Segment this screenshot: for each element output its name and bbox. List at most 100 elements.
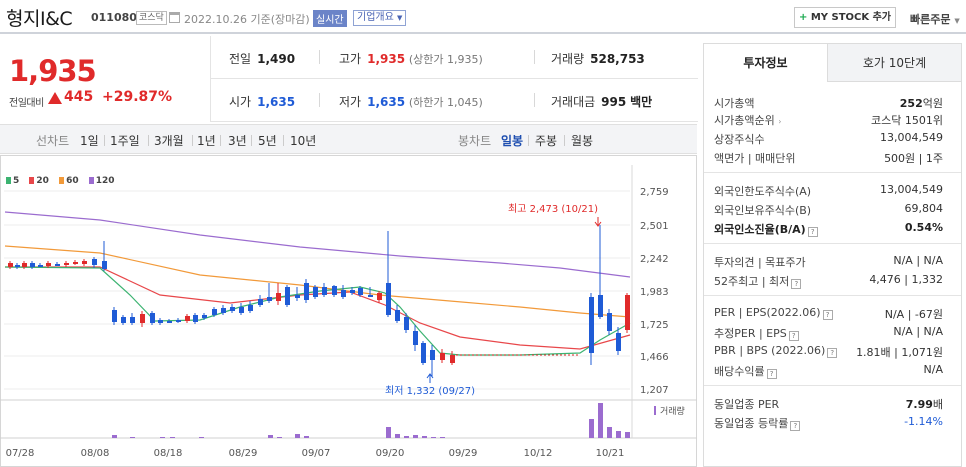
company-overview-dropdown[interactable]: 기업개요 ▼ xyxy=(353,10,407,26)
candle-body xyxy=(598,295,603,317)
high-annotation: 최고 2,473 (10/21) xyxy=(508,203,598,215)
volume-bar xyxy=(199,437,204,438)
candle-body xyxy=(92,259,97,265)
candle-body xyxy=(332,286,337,295)
prev-day-label: 전일대비 xyxy=(9,98,44,109)
x-tick-label: 10/12 xyxy=(524,448,553,459)
candle-body xyxy=(150,313,155,323)
y-tick-label: 1,466 xyxy=(640,352,669,363)
candle-body xyxy=(368,295,373,297)
candle-body xyxy=(377,293,382,300)
prev-close-cell: 전일 1,490 xyxy=(229,52,296,66)
par-value-row: 액면가 | 매매단위 500원 | 1주 xyxy=(714,152,943,165)
add-mystock-button[interactable]: + MY STOCK 추가 xyxy=(794,7,896,28)
calendar-icon xyxy=(169,12,180,23)
help-icon[interactable]: ? xyxy=(807,227,818,237)
quote-summary-grid: 전일 1,490 고가 1,935 (상한가 1,935) 거래량 528,753 시… xyxy=(210,36,698,122)
candle-body xyxy=(121,317,126,323)
candle-body xyxy=(313,287,318,297)
candle-body xyxy=(239,307,244,313)
candle-body xyxy=(140,314,145,323)
help-icon[interactable]: ? xyxy=(827,348,838,358)
open-price-cell: 시가 1,635 xyxy=(229,95,296,109)
candle-body xyxy=(607,313,612,331)
per-row: PER | EPS(2022.06)? N/A | -67원 xyxy=(714,306,943,321)
candle-body xyxy=(8,263,13,267)
volume-bar xyxy=(277,437,282,438)
y-tick-label: 2,759 xyxy=(640,187,669,198)
candle-body xyxy=(230,307,235,311)
candle-body xyxy=(421,343,426,363)
market-badge: 코스닥 xyxy=(136,11,167,25)
candle-body xyxy=(38,265,43,267)
volume-label: 거래량 xyxy=(660,405,685,417)
volume-bar xyxy=(386,427,391,438)
plus-icon: + xyxy=(798,12,808,23)
candle-body xyxy=(22,263,27,267)
period-1y[interactable]: 1년 xyxy=(197,132,216,149)
quick-order-dropdown[interactable]: 빠른주문 ▼ xyxy=(910,11,960,27)
candle-body xyxy=(193,315,198,322)
candle-monthly[interactable]: 월봉 xyxy=(571,132,593,149)
help-icon[interactable]: ? xyxy=(788,331,799,341)
stock-header: 형지I&C 011080 코스닥 2022.10.26 기준(장마감) 실시간 … xyxy=(0,0,966,34)
volume-bar xyxy=(112,435,117,438)
ma60-line xyxy=(4,245,631,318)
tab-hoga-10[interactable]: 호가 10단계 xyxy=(828,44,961,82)
period-3y[interactable]: 3년 xyxy=(228,132,247,149)
candle-body xyxy=(386,283,391,315)
volume-legend-swatch xyxy=(654,406,656,415)
help-icon[interactable]: ? xyxy=(791,279,802,289)
candle-body xyxy=(341,290,346,297)
high-price-cell: 고가 1,935 (상한가 1,935) xyxy=(339,52,483,66)
help-icon[interactable]: ? xyxy=(790,421,801,431)
candle-body xyxy=(55,264,60,266)
candle-chart-label: 봉차트 xyxy=(458,134,492,148)
volume-bar xyxy=(404,436,409,438)
candle-body xyxy=(322,287,327,295)
dividend-row: 배당수익률? N/A xyxy=(714,363,943,379)
price-change: 445 xyxy=(64,89,94,105)
candle-body xyxy=(404,317,409,330)
y-tick-label: 1,725 xyxy=(640,320,669,331)
candle-body xyxy=(30,263,35,267)
quick-order-label: 빠른주문 xyxy=(910,13,951,26)
period-10y[interactable]: 10년 xyxy=(290,132,316,149)
period-5y[interactable]: 5년 xyxy=(258,132,277,149)
x-tick-label: 09/07 xyxy=(302,448,331,459)
period-3m[interactable]: 3개월 xyxy=(154,132,184,149)
candle-body xyxy=(450,355,455,363)
help-icon[interactable]: ? xyxy=(766,369,777,379)
shares-row: 상장주식수 13,004,549 xyxy=(714,131,943,146)
candle-body xyxy=(616,333,621,351)
company-overview-label: 기업개요 xyxy=(357,12,394,23)
candle-daily[interactable]: 일봉 xyxy=(501,132,523,149)
tab-investment-info[interactable]: 투자정보 xyxy=(704,44,828,82)
realtime-button[interactable]: 실시간 xyxy=(313,10,347,27)
volume-bar xyxy=(170,437,175,438)
volume-bar xyxy=(598,403,603,438)
chevron-right-icon: › xyxy=(778,117,782,126)
volume-bar xyxy=(160,437,165,438)
candle-body xyxy=(350,290,355,293)
x-tick-label: 08/08 xyxy=(81,448,110,459)
period-1w[interactable]: 1주일 xyxy=(110,132,140,149)
candle-body xyxy=(130,317,135,323)
x-tick-label: 08/18 xyxy=(154,448,183,459)
candle-weekly[interactable]: 주봉 xyxy=(535,132,557,149)
candlestick-chart[interactable]: 5 20 60 120 2,759 2,501 2,242 1,983 1,725 1,4… xyxy=(0,155,697,467)
volume-bar xyxy=(304,436,309,438)
candle-body xyxy=(267,297,272,301)
volume-bar xyxy=(422,436,427,438)
period-1d[interactable]: 1일 xyxy=(80,132,99,149)
y-tick-label: 2,242 xyxy=(640,254,669,265)
x-tick-label: 07/28 xyxy=(6,448,35,459)
volume-bar xyxy=(431,437,436,438)
candle-body xyxy=(440,353,445,360)
volume-bar xyxy=(395,434,400,438)
help-icon[interactable]: ? xyxy=(822,310,833,320)
candle-body xyxy=(625,295,630,330)
low-annotation: 최저 1,332 (09/27) xyxy=(385,385,475,397)
candle-body xyxy=(221,308,226,313)
candle-body xyxy=(112,310,117,322)
